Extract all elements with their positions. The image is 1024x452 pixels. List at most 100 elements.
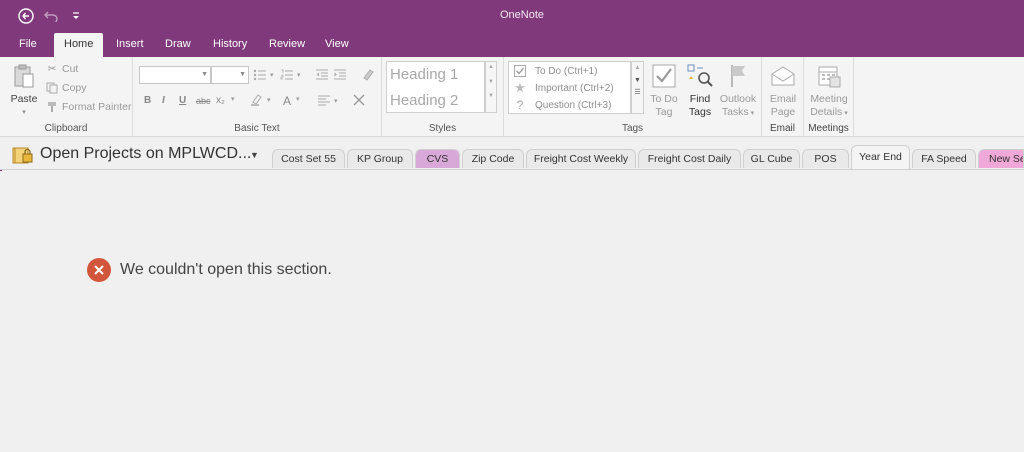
- bullets-button[interactable]: ▾: [253, 68, 274, 82]
- numbering-button[interactable]: ▾: [280, 68, 301, 82]
- styles-gallery: Heading 1 Heading 2: [386, 61, 485, 113]
- email-page-button[interactable]: Email Page: [764, 61, 802, 119]
- eraser-icon: [361, 67, 375, 81]
- find-tags-label-1: Find: [689, 93, 711, 105]
- tab-home[interactable]: Home: [54, 33, 104, 57]
- section-tab[interactable]: GL Cube: [743, 149, 800, 168]
- bullet-list-icon: [253, 68, 267, 82]
- tag-important-label: Important (Ctrl+2): [535, 82, 614, 94]
- highlighter-icon: [250, 93, 264, 107]
- tags-scroll[interactable]: ▲ ▼ ☰: [631, 61, 644, 114]
- font-name-field[interactable]: ▼: [139, 66, 211, 84]
- find-tags-button[interactable]: Find Tags: [684, 61, 716, 119]
- chevron-down-icon: ▼: [239, 71, 246, 78]
- meetings-group-label: Meetings: [808, 123, 849, 134]
- section-tab[interactable]: Zip Code: [462, 149, 524, 168]
- star-icon: ★: [514, 80, 526, 95]
- tags-gallery: To Do (Ctrl+1) ★ Important (Ctrl+2) ? Qu…: [508, 61, 631, 114]
- font-size-field[interactable]: ▼: [211, 66, 249, 84]
- ribbon-tab-bar: File Home Insert Draw History Review Vie…: [0, 33, 1024, 57]
- todo-tag-button[interactable]: To Do Tag: [646, 61, 682, 119]
- strikethrough-button[interactable]: abc: [196, 96, 211, 106]
- error-message: We couldn't open this section.: [120, 261, 332, 278]
- section-tab-bar: Open Projects on MPLWCD... ▼ Cost Set 55…: [0, 137, 1024, 170]
- tab-review[interactable]: Review: [259, 33, 315, 57]
- style-heading-1[interactable]: Heading 1: [390, 66, 458, 83]
- section-tab[interactable]: Cost Set 55: [272, 149, 345, 168]
- section-tab-active[interactable]: Year End: [851, 145, 910, 169]
- font-color-button[interactable]: A: [283, 94, 291, 108]
- outlook-tasks-label-2: Tasks: [721, 106, 749, 118]
- email-page-label-1: Email: [769, 93, 797, 105]
- section-tab[interactable]: New Se: [978, 149, 1024, 168]
- scissors-icon: ✂: [47, 63, 57, 75]
- notebook-name[interactable]: Open Projects on MPLWCD...: [40, 145, 251, 163]
- checkbox-icon: [513, 64, 527, 78]
- section-tab[interactable]: Freight Cost Weekly: [526, 149, 636, 168]
- tab-draw[interactable]: Draw: [155, 33, 201, 57]
- italic-button[interactable]: I: [162, 95, 165, 106]
- decrease-indent-button[interactable]: [315, 68, 332, 82]
- delete-button[interactable]: [351, 92, 370, 108]
- section-tab[interactable]: Freight Cost Daily: [638, 149, 741, 168]
- format-painter-button[interactable]: Format Painter: [45, 100, 131, 114]
- section-tab[interactable]: FA Speed: [912, 149, 976, 168]
- section-tab[interactable]: POS: [802, 149, 849, 168]
- section-tab[interactable]: KP Group: [347, 149, 413, 168]
- paste-button[interactable]: Paste ▾: [8, 61, 40, 119]
- highlight-button[interactable]: ▾: [250, 93, 271, 107]
- cut-button[interactable]: ✂ Cut: [45, 62, 79, 76]
- subscript-button[interactable]: x₂: [216, 95, 225, 106]
- section-tab[interactable]: CVS: [415, 149, 460, 168]
- paste-label: Paste: [10, 93, 38, 105]
- copy-button[interactable]: Copy: [45, 81, 87, 95]
- meeting-details-button[interactable]: Meeting Details ▾: [806, 61, 852, 120]
- basic-text-group: ▼ ▼ ▾ ▾ B I U abc x₂ ▾ ▾ A ▾ ▾ Basic Tex…: [133, 57, 382, 137]
- meeting-details-label-2: Details: [810, 106, 843, 118]
- underline-button[interactable]: U: [179, 95, 186, 106]
- copy-label: Copy: [62, 82, 87, 94]
- subscript-dropdown[interactable]: ▾: [231, 95, 235, 103]
- calendar-icon: [806, 61, 852, 91]
- meeting-details-label-1: Meeting: [810, 93, 848, 105]
- bold-button[interactable]: B: [144, 95, 151, 106]
- clipboard-group-label: Clipboard: [44, 123, 88, 134]
- clear-formatting-button[interactable]: [361, 67, 378, 81]
- error-icon: [87, 258, 111, 282]
- font-color-dropdown[interactable]: ▾: [296, 95, 300, 103]
- tag-todo[interactable]: To Do (Ctrl+1): [513, 63, 598, 79]
- page-content: We couldn't open this section.: [0, 171, 1024, 452]
- todo-tag-label-1: To Do: [650, 93, 678, 105]
- ribbon: Paste ▾ ✂ Cut Copy Format Painter Clipbo…: [0, 57, 1024, 137]
- email-page-label-2: Page: [770, 106, 796, 118]
- tag-question[interactable]: ? Question (Ctrl+3): [513, 97, 612, 113]
- chevron-down-icon[interactable]: ▼: [250, 150, 259, 160]
- basic-text-group-label: Basic Text: [234, 123, 280, 134]
- flag-icon: [717, 61, 759, 91]
- title-bar: OneNote: [0, 0, 1024, 33]
- outlook-tasks-button[interactable]: Outlook Tasks ▾: [717, 61, 759, 120]
- app-title: OneNote: [499, 9, 545, 21]
- todo-tag-label-2: Tag: [655, 106, 673, 118]
- increase-indent-button[interactable]: [333, 68, 350, 82]
- format-painter-label: Format Painter: [62, 101, 132, 113]
- style-heading-2[interactable]: Heading 2: [390, 92, 458, 109]
- paintbrush-icon: [45, 100, 59, 114]
- todo-tag-icon: [646, 61, 682, 91]
- question-icon: ?: [516, 98, 524, 112]
- copy-icon: [45, 81, 59, 95]
- styles-scroll[interactable]: ▲ ▼ ▼: [485, 61, 497, 113]
- align-left-icon: [317, 94, 331, 108]
- tags-group-label: Tags: [621, 123, 644, 134]
- tag-todo-label: To Do (Ctrl+1): [535, 65, 598, 77]
- tab-insert[interactable]: Insert: [106, 33, 154, 57]
- outdent-icon: [315, 68, 329, 82]
- tag-important[interactable]: ★ Important (Ctrl+2): [513, 80, 614, 96]
- find-tags-icon: [684, 61, 716, 91]
- align-button[interactable]: ▾: [317, 94, 338, 108]
- tab-view[interactable]: View: [315, 33, 359, 57]
- tab-history[interactable]: History: [203, 33, 257, 57]
- tab-file[interactable]: File: [9, 33, 47, 57]
- envelope-icon: [764, 61, 802, 91]
- cut-label: Cut: [62, 63, 79, 75]
